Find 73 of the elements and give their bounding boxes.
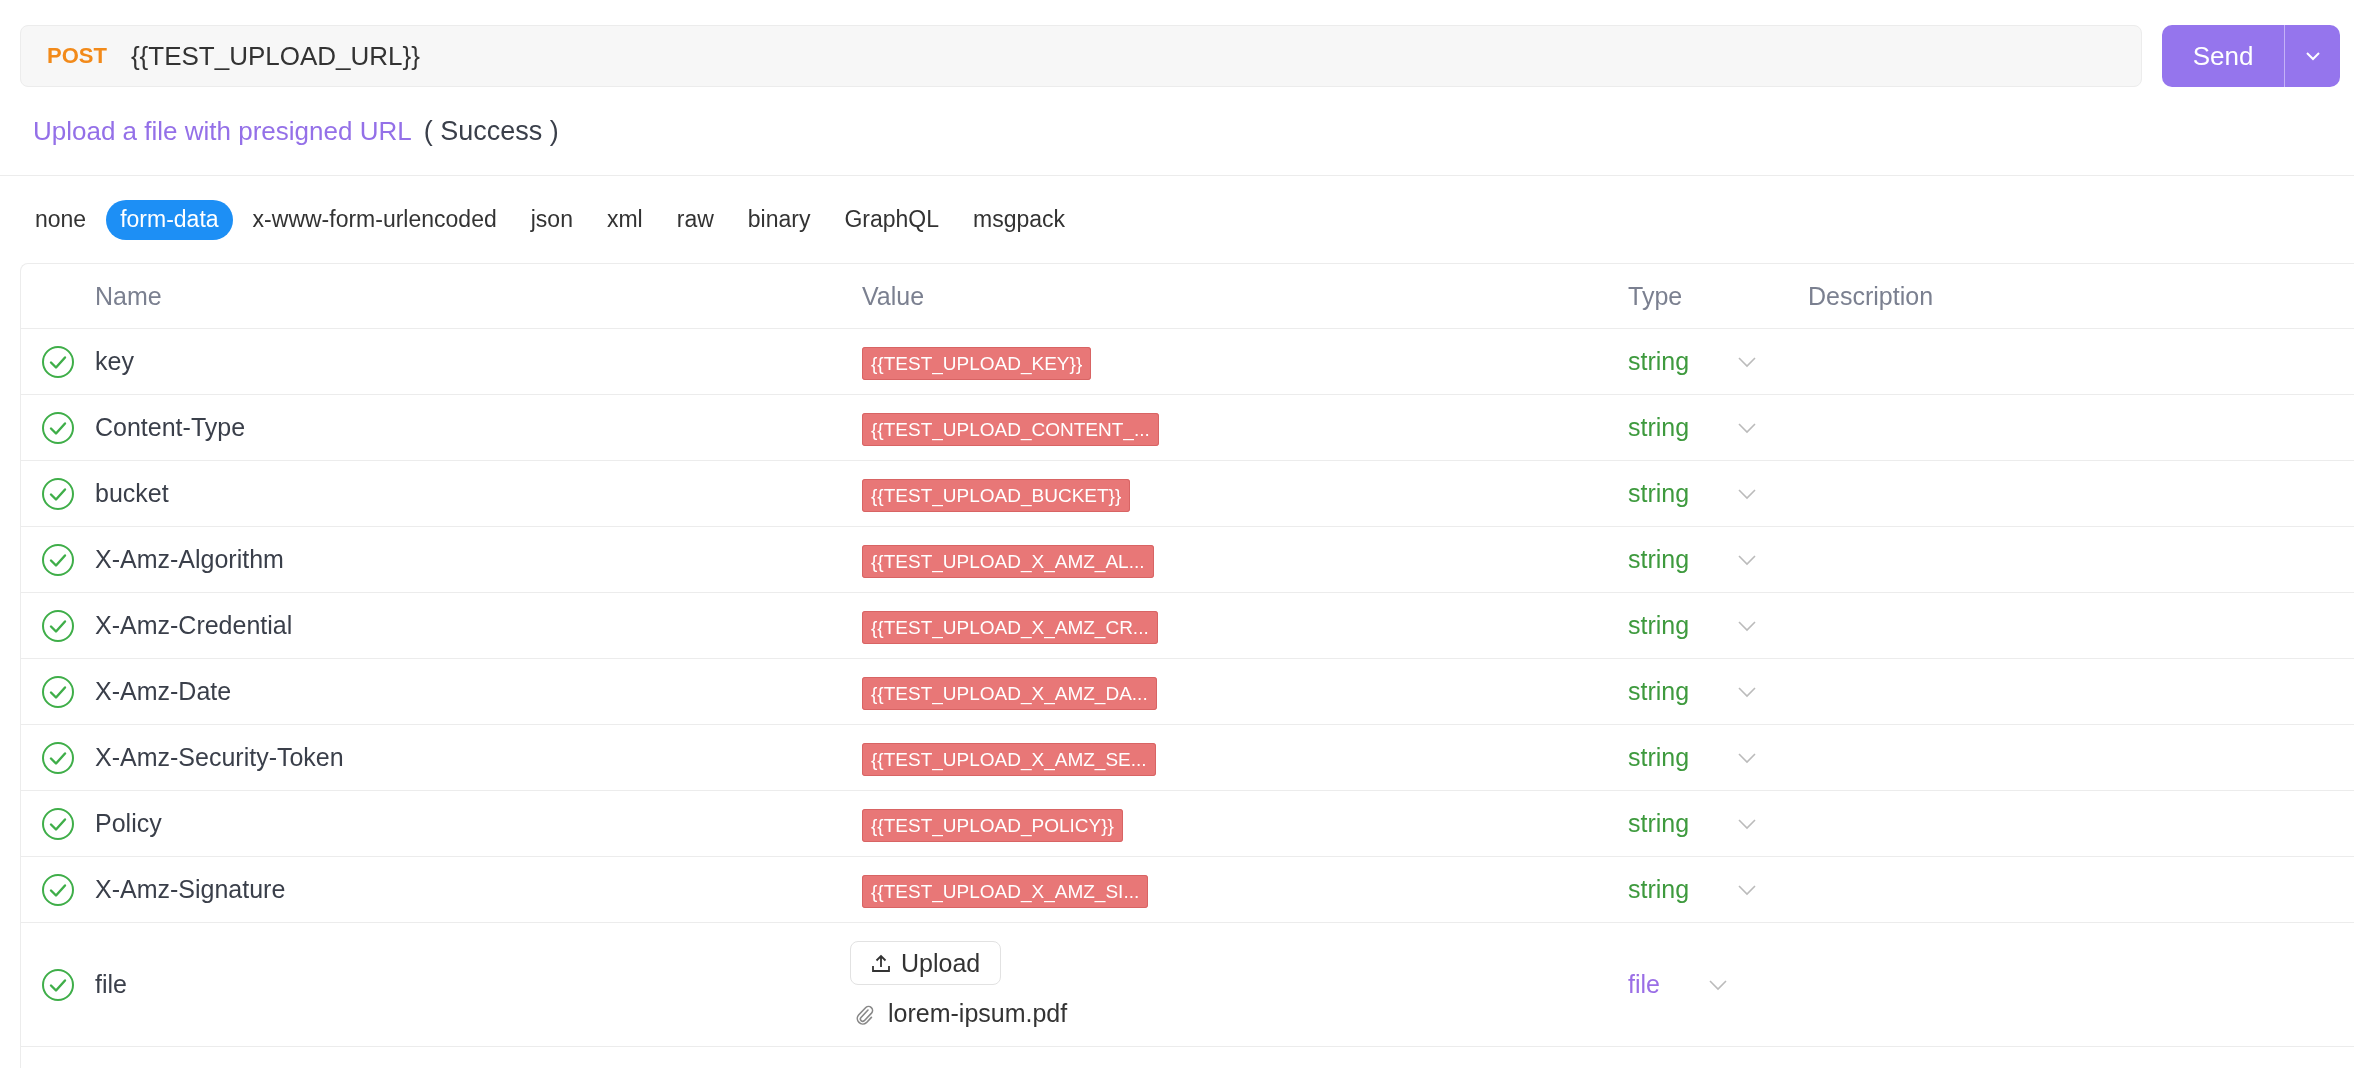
body-type-tab[interactable]: form-data	[106, 199, 233, 240]
chevron-down-icon[interactable]	[1737, 619, 1758, 632]
type-value[interactable]: string	[1628, 479, 1690, 508]
body-type-tab[interactable]: json	[516, 199, 587, 240]
check-circle-icon[interactable]	[41, 476, 75, 511]
type-value[interactable]: file	[1628, 970, 1660, 999]
chevron-down-icon[interactable]	[1737, 883, 1758, 896]
body-type-tab[interactable]: none	[21, 199, 101, 240]
column-header: Name	[95, 281, 162, 310]
send-options-button[interactable]	[2285, 25, 2340, 87]
chevron-down-icon[interactable]	[1737, 751, 1758, 764]
param-name: X-Amz-Date	[95, 677, 232, 705]
type-value[interactable]: string	[1628, 545, 1690, 574]
variable-tag: {{TEST_UPLOAD_POLICY}}	[862, 809, 1123, 842]
variable-tag: {{TEST_UPLOAD_X_AMZ_AL...	[862, 545, 1154, 578]
chevron-down-icon[interactable]	[1737, 817, 1758, 830]
check-circle-icon[interactable]	[41, 344, 75, 379]
type-value[interactable]: string	[1628, 611, 1690, 640]
param-name: X-Amz-Credential	[95, 611, 293, 639]
check-circle-icon[interactable]	[41, 740, 75, 775]
check-circle-icon[interactable]	[41, 410, 75, 445]
send-button[interactable]: Send	[2162, 25, 2285, 87]
type-value[interactable]: string	[1628, 677, 1690, 706]
type-value[interactable]: string	[1628, 413, 1690, 442]
url-field[interactable]: POST {{TEST_UPLOAD_URL}}	[20, 25, 2142, 87]
param-name: bucket	[95, 479, 169, 507]
body-type-tab[interactable]: xml	[592, 199, 657, 240]
type-value[interactable]: string	[1628, 875, 1690, 904]
column-header: Value	[862, 281, 925, 310]
check-circle-icon[interactable]	[41, 674, 75, 709]
upload-icon	[871, 953, 891, 973]
type-value[interactable]: string	[1628, 743, 1690, 772]
body-type-tab[interactable]: x-www-form-urlencoded	[238, 199, 511, 240]
param-name: Content-Type	[95, 413, 246, 441]
variable-tag: {{TEST_UPLOAD_X_AMZ_SI...	[862, 875, 1149, 908]
variable-tag: {{TEST_UPLOAD_BUCKET}}	[862, 479, 1131, 512]
upload-button[interactable]: Upload	[850, 941, 1002, 985]
param-name: X-Amz-Algorithm	[95, 545, 284, 573]
param-name: file	[95, 970, 127, 998]
check-circle-icon[interactable]	[41, 872, 75, 907]
method-label[interactable]: POST	[47, 43, 107, 69]
body-type-tab[interactable]: binary	[733, 199, 825, 240]
url-text: {{TEST_UPLOAD_URL}}	[130, 40, 420, 72]
check-circle-icon[interactable]	[41, 806, 75, 841]
param-name: Policy	[95, 809, 162, 837]
check-circle-icon[interactable]	[41, 542, 75, 577]
check-circle-icon[interactable]	[41, 608, 75, 643]
chevron-down-icon[interactable]	[1707, 978, 1728, 991]
variable-tag: {{TEST_UPLOAD_X_AMZ_DA...	[862, 677, 1157, 710]
type-value[interactable]: string	[1628, 347, 1690, 376]
status-text: ( Success )	[423, 115, 559, 147]
variable-tag: {{TEST_UPLOAD_KEY}}	[862, 347, 1092, 380]
column-header: Type	[1628, 281, 1683, 311]
body-type-tab[interactable]: raw	[662, 199, 728, 240]
chevron-down-icon[interactable]	[1737, 355, 1758, 368]
param-name: X-Amz-Signature	[95, 875, 286, 903]
param-name: key	[95, 347, 134, 375]
param-name: X-Amz-Security-Token	[95, 743, 344, 771]
check-circle-icon[interactable]	[41, 967, 75, 1002]
body-type-tab[interactable]: GraphQL	[830, 199, 954, 240]
chevron-down-icon[interactable]	[1737, 553, 1758, 566]
request-name-link[interactable]: Upload a file with presigned URL	[33, 115, 412, 147]
chevron-down-icon[interactable]	[1737, 421, 1758, 434]
chevron-down-icon[interactable]	[1737, 487, 1758, 500]
variable-tag: {{TEST_UPLOAD_X_AMZ_CR...	[862, 611, 1158, 644]
variable-tag: {{TEST_UPLOAD_CONTENT_...	[862, 413, 1159, 446]
body-type-tab[interactable]: msgpack	[959, 199, 1080, 240]
file-name[interactable]: lorem-ipsum.pdf	[888, 999, 1068, 1028]
chevron-down-icon[interactable]	[1737, 685, 1758, 698]
chevron-down-icon	[2304, 51, 2321, 61]
variable-tag: {{TEST_UPLOAD_X_AMZ_SE...	[862, 743, 1156, 776]
column-header: Description	[1808, 281, 1934, 310]
type-value[interactable]: string	[1628, 809, 1690, 838]
